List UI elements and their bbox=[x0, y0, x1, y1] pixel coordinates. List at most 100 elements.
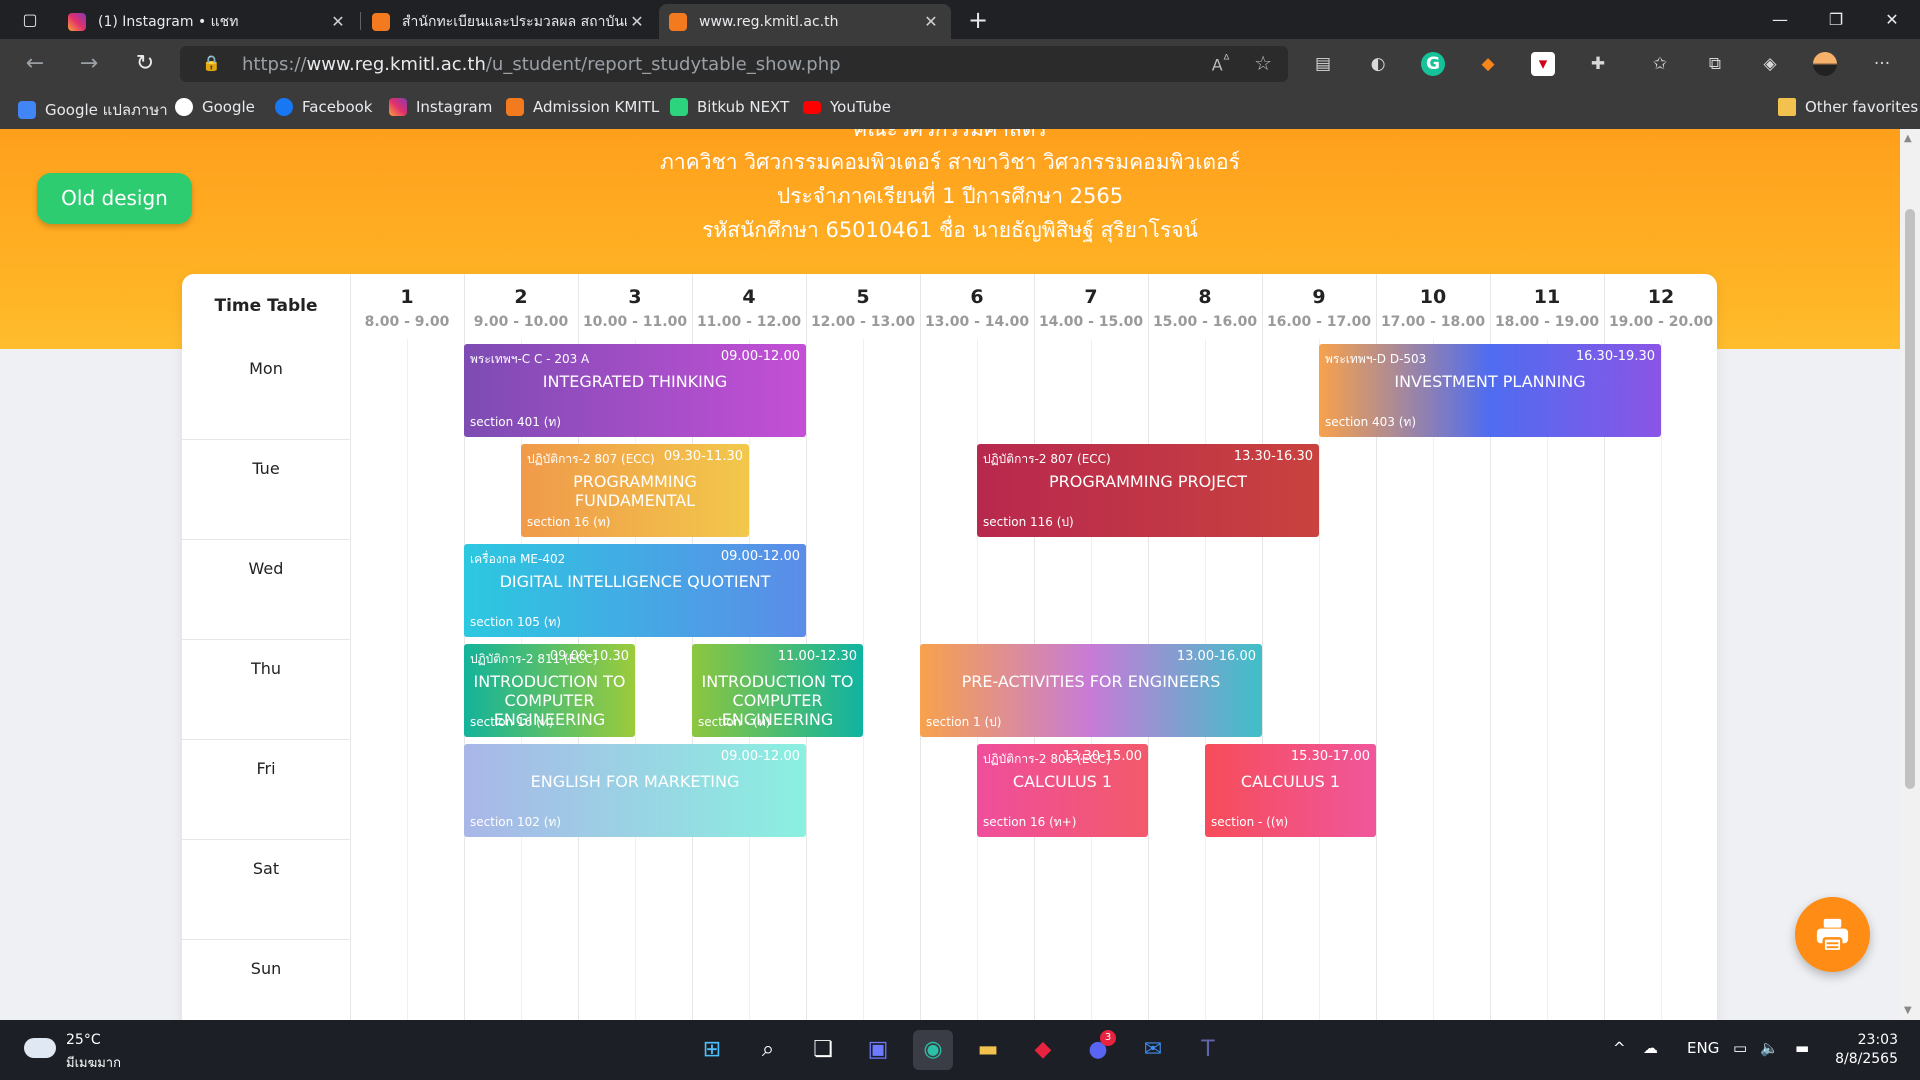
app-red-diamond-icon[interactable]: ◆ bbox=[1023, 1030, 1063, 1070]
chevron-up-icon[interactable]: ^ bbox=[1613, 1039, 1626, 1057]
lock-icon[interactable]: 🔒 bbox=[202, 54, 222, 74]
class-time: 16.30-19.30 bbox=[1575, 349, 1655, 364]
print-button[interactable] bbox=[1795, 897, 1870, 972]
period-header: 6 13.00 - 14.00 bbox=[920, 274, 1034, 339]
class-block[interactable]: 13.00-16.00 PRE-ACTIVITIES FOR ENGINEERS s… bbox=[920, 644, 1262, 737]
close-window-icon[interactable]: ✕ bbox=[1864, 0, 1920, 39]
old-design-button[interactable]: Old design bbox=[37, 173, 192, 224]
browser-toolbar: ← → ↻ 🔒 https://www.reg.kmitl.ac.th/u_st… bbox=[0, 39, 1920, 89]
class-block[interactable]: 11.00-12.30 INTRODUCTION TO COMPUTER ENGI… bbox=[692, 644, 863, 737]
teams-chat-icon[interactable]: ▣ bbox=[858, 1030, 898, 1070]
folder-icon bbox=[1778, 98, 1796, 116]
instagram-icon bbox=[389, 98, 407, 116]
tab-registrar[interactable]: สำนักทะเบียนและประมวลผล สถาบันเทคโนโลยีพ… bbox=[362, 4, 657, 39]
profile-avatar[interactable] bbox=[1813, 52, 1837, 76]
other-favorites[interactable]: Other favorites bbox=[1778, 98, 1918, 116]
bookmark-google[interactable]: Google bbox=[175, 98, 255, 116]
class-time: 13.30-16.30 bbox=[1233, 449, 1313, 464]
bookmark-facebook[interactable]: Facebook bbox=[275, 98, 372, 116]
period-time: 14.00 - 15.00 bbox=[1038, 314, 1144, 330]
scroll-thumb[interactable] bbox=[1905, 209, 1915, 789]
collections-panel-icon[interactable]: ⧉ bbox=[1703, 52, 1727, 76]
class-block[interactable]: ปฏิบัติการ-2 811 (ECC) 09.00-10.30 INTRODU… bbox=[464, 644, 635, 737]
class-block[interactable]: ปฏิบัติการ-2 807 (ECC) 09.30-11.30 PROGRAM… bbox=[521, 444, 749, 537]
class-time: 15.30-17.00 bbox=[1290, 749, 1370, 764]
bookmark-google-translate[interactable]: Google แปลภาษา bbox=[18, 98, 168, 122]
volume-icon[interactable]: 🔈 bbox=[1760, 1039, 1779, 1057]
browser-essentials-icon[interactable]: ◈ bbox=[1758, 52, 1782, 76]
class-block[interactable]: พระเทพฯ-D D-503 16.30-19.30 INVESTMENT PLA… bbox=[1319, 344, 1661, 437]
metamask-icon[interactable]: ◆ bbox=[1476, 52, 1500, 76]
start-icon[interactable]: ⊞ bbox=[692, 1030, 732, 1070]
day-divider bbox=[182, 539, 350, 540]
close-icon[interactable]: ✕ bbox=[328, 12, 348, 31]
back-icon[interactable]: ← bbox=[20, 49, 50, 79]
period-number: 2 bbox=[514, 286, 528, 308]
kmitl-icon bbox=[506, 98, 524, 116]
semester-line: ประจำภาคเรียนที่ 1 ปีการศึกษา 2565 bbox=[776, 184, 1124, 208]
class-name: DIGITAL INTELLIGENCE QUOTIENT bbox=[499, 572, 771, 591]
grid-line bbox=[1262, 274, 1263, 1020]
pocket-icon[interactable]: ▾ bbox=[1531, 52, 1555, 76]
page-scrollbar[interactable]: ▲ ▼ bbox=[1900, 129, 1920, 1020]
class-block[interactable]: พระเทพฯ-C C - 203 A 09.00-12.00 INTEGRATED… bbox=[464, 344, 806, 437]
battery-icon[interactable]: ▬ bbox=[1795, 1039, 1809, 1057]
class-name: PROGRAMMING FUNDAMENTAL bbox=[573, 472, 697, 510]
teams-icon[interactable]: T bbox=[1188, 1030, 1228, 1070]
onedrive-icon[interactable]: ☁ bbox=[1643, 1039, 1658, 1057]
address-bar[interactable]: 🔒 https://www.reg.kmitl.ac.th/u_student/… bbox=[180, 46, 1288, 82]
period-time: 11.00 - 12.00 bbox=[696, 314, 802, 330]
scroll-up-icon[interactable]: ▲ bbox=[1904, 133, 1912, 144]
class-block[interactable]: เครื่องกล ME-402 09.00-12.00 DIGITAL INTEL… bbox=[464, 544, 806, 637]
day-label-thu: Thu bbox=[250, 659, 282, 678]
bookmark-youtube[interactable]: YouTube bbox=[803, 98, 891, 116]
network-icon[interactable]: ▭ bbox=[1733, 1039, 1747, 1057]
language-indicator[interactable]: ENG bbox=[1687, 1039, 1719, 1057]
windows-taskbar: 25°C มีเมฆมาก ⊞ ⌕ ❏ ▣ ◉ ▬ ◆ ● 3 ✉ T ^ ☁ E… bbox=[0, 1020, 1920, 1080]
class-block[interactable]: 15.30-17.00 CALCULUS 1 section - ((ท) bbox=[1205, 744, 1376, 837]
bookmark-instagram[interactable]: Instagram bbox=[389, 98, 492, 116]
period-number: 6 bbox=[970, 286, 984, 308]
scroll-down-icon[interactable]: ▼ bbox=[1904, 1005, 1912, 1016]
tab-reg-kmitl[interactable]: www.reg.kmitl.ac.th ✕ bbox=[659, 4, 951, 39]
period-number: 3 bbox=[628, 286, 642, 308]
forward-icon[interactable]: → bbox=[74, 49, 104, 79]
grid-half-line bbox=[1319, 339, 1320, 1020]
class-block[interactable]: ปฏิบัติการ-2 806 (ECC) 13.30-15.00 CALCULU… bbox=[977, 744, 1148, 837]
tab-title: www.reg.kmitl.ac.th bbox=[699, 13, 839, 30]
mail-icon[interactable]: ✉ bbox=[1133, 1030, 1173, 1070]
day-label-fri: Fri bbox=[256, 759, 276, 778]
refresh-icon[interactable]: ↻ bbox=[130, 49, 160, 79]
more-menu-icon[interactable]: ··· bbox=[1870, 52, 1894, 76]
google-icon bbox=[175, 98, 193, 116]
bookmark-bitkub[interactable]: Bitkub NEXT bbox=[670, 98, 789, 116]
url-text: https://www.reg.kmitl.ac.th/u_student/re… bbox=[242, 54, 841, 75]
class-block[interactable]: 09.00-12.00 ENGLISH FOR MARKETING section … bbox=[464, 744, 806, 837]
task-view-icon[interactable]: ❏ bbox=[803, 1030, 843, 1070]
period-header: 7 14.00 - 15.00 bbox=[1034, 274, 1148, 339]
puzzle-extensions-icon[interactable]: ✚ bbox=[1586, 52, 1610, 76]
class-name: CALCULUS 1 bbox=[1240, 772, 1341, 791]
favorites-icon[interactable]: ✩ bbox=[1648, 52, 1672, 76]
grammarly-icon[interactable]: G bbox=[1421, 52, 1445, 76]
class-name: INVESTMENT PLANNING bbox=[1394, 372, 1586, 391]
read-aloud-icon[interactable]: Aᐞ bbox=[1212, 53, 1230, 74]
minimize-icon[interactable]: — bbox=[1752, 0, 1808, 39]
clock[interactable]: 23:03 8/8/2565 bbox=[1835, 1032, 1898, 1067]
close-icon[interactable]: ✕ bbox=[627, 12, 647, 31]
cloud-icon bbox=[24, 1038, 56, 1058]
class-block[interactable]: ปฏิบัติการ-2 807 (ECC) 13.30-16.30 PROGRAM… bbox=[977, 444, 1319, 537]
edge-icon[interactable]: ◉ bbox=[913, 1030, 953, 1070]
bookmark-admission-kmitl[interactable]: Admission KMITL bbox=[506, 98, 659, 116]
tab-instagram[interactable]: (1) Instagram • แชท ✕ bbox=[58, 4, 358, 39]
favorite-star-icon[interactable]: ☆ bbox=[1254, 51, 1272, 75]
file-explorer-icon[interactable]: ▬ bbox=[968, 1030, 1008, 1070]
new-tab-button[interactable]: + bbox=[964, 6, 992, 34]
collections-icon[interactable]: ▤ bbox=[1311, 52, 1335, 76]
tab-actions-icon[interactable]: ▢ bbox=[16, 6, 44, 34]
restore-icon[interactable]: ❐ bbox=[1808, 0, 1864, 39]
close-icon[interactable]: ✕ bbox=[921, 12, 941, 31]
extension-icon[interactable]: ◐ bbox=[1366, 52, 1390, 76]
search-icon[interactable]: ⌕ bbox=[748, 1030, 788, 1070]
discord-icon[interactable]: ● 3 bbox=[1078, 1030, 1118, 1070]
